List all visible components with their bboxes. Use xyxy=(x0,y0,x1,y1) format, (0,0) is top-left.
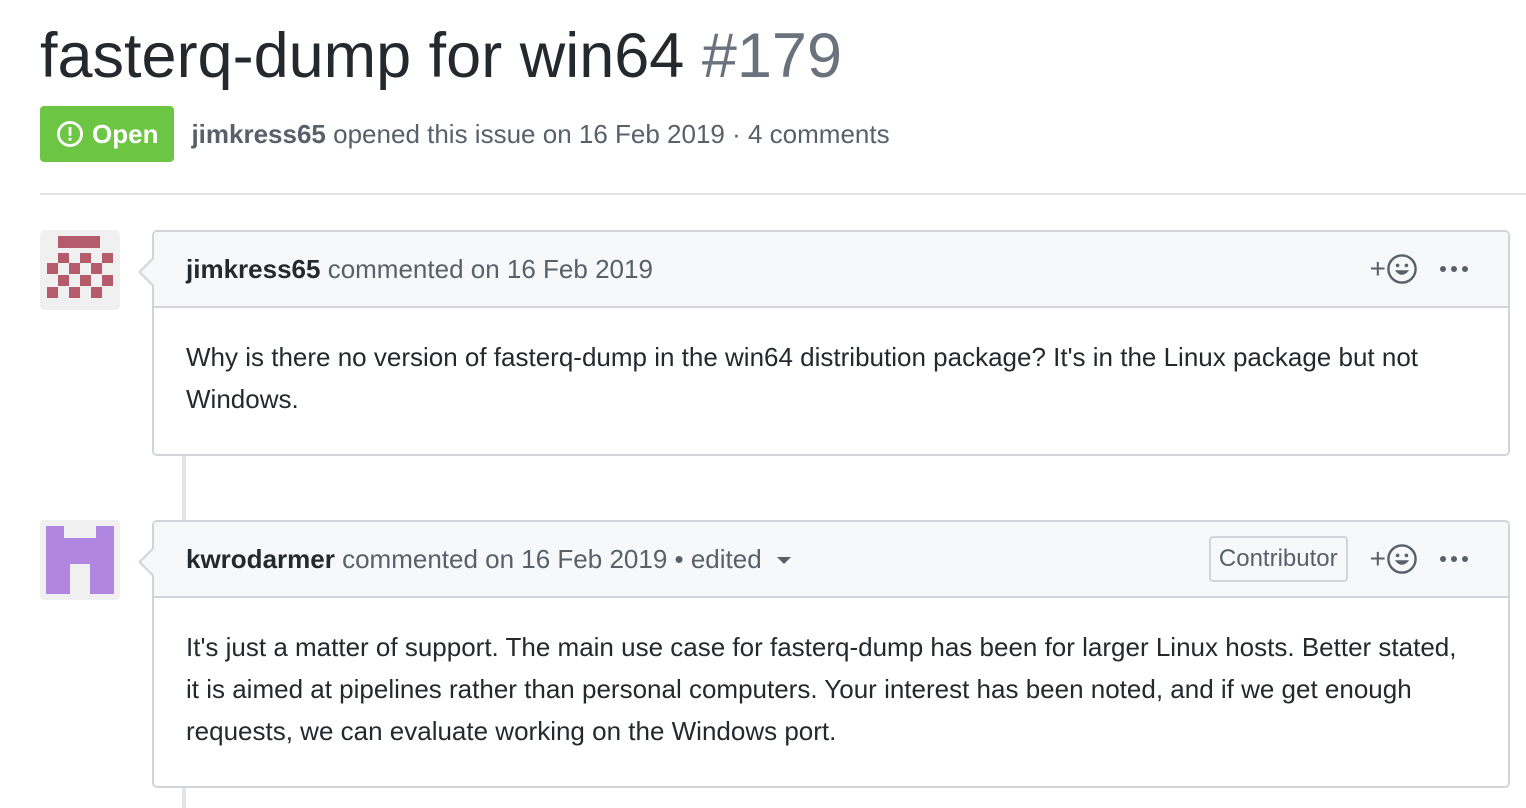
avatar[interactable] xyxy=(40,230,120,310)
issue-number: #179 xyxy=(701,21,842,91)
issue-meta: Open jimkress65 opened this issue on 16 … xyxy=(40,106,890,162)
comment: jimkress65 commented on 16 Feb 2019 + Wh… xyxy=(138,230,1510,456)
kebab-horizontal-icon[interactable] xyxy=(1440,556,1468,562)
issue-meta-text: jimkress65 opened this issue on 16 Feb 2… xyxy=(191,119,889,150)
issue-opened-text: opened this issue on 16 Feb 2019 · 4 com… xyxy=(333,118,890,149)
comment-timestamp-link[interactable]: commented on 16 Feb 2019 xyxy=(328,254,653,284)
add-reaction-button[interactable]: + xyxy=(1370,543,1418,575)
comment-timestamp-link[interactable]: commented on 16 Feb 2019 • edited xyxy=(342,544,762,574)
issue-title-text: fasterq-dump for win64 xyxy=(40,21,685,91)
plus-icon: + xyxy=(1369,543,1386,574)
issue-state-label: Open xyxy=(92,118,159,149)
issue-opened-icon xyxy=(56,120,84,148)
add-reaction-button[interactable]: + xyxy=(1370,253,1418,285)
issue-state-badge: Open xyxy=(40,106,175,162)
plus-icon: + xyxy=(1369,253,1386,284)
header-divider xyxy=(40,193,1526,195)
triangle-down-icon[interactable] xyxy=(776,557,791,565)
comment-author-link[interactable]: jimkress65 xyxy=(186,254,320,284)
issue-title: fasterq-dump for win64 #179 xyxy=(40,18,842,94)
comment-header-text: kwrodarmer commented on 16 Feb 2019 • ed… xyxy=(186,544,1209,575)
comment-body: It's just a matter of support. The main … xyxy=(186,632,1457,746)
comment-header: jimkress65 commented on 16 Feb 2019 + xyxy=(154,232,1508,308)
avatar[interactable] xyxy=(40,520,120,600)
comment-header-text: jimkress65 commented on 16 Feb 2019 xyxy=(186,254,1370,285)
issue-author-link[interactable]: jimkress65 xyxy=(191,119,325,149)
smiley-icon xyxy=(1386,253,1418,285)
comment: kwrodarmer commented on 16 Feb 2019 • ed… xyxy=(138,520,1510,788)
comment-author-link[interactable]: kwrodarmer xyxy=(186,544,335,574)
comment-header: kwrodarmer commented on 16 Feb 2019 • ed… xyxy=(154,522,1508,598)
contributor-badge: Contributor xyxy=(1208,536,1348,582)
comment-body: Why is there no version of fasterq-dump … xyxy=(186,342,1419,414)
kebab-horizontal-icon[interactable] xyxy=(1440,266,1468,272)
smiley-icon xyxy=(1386,543,1418,575)
